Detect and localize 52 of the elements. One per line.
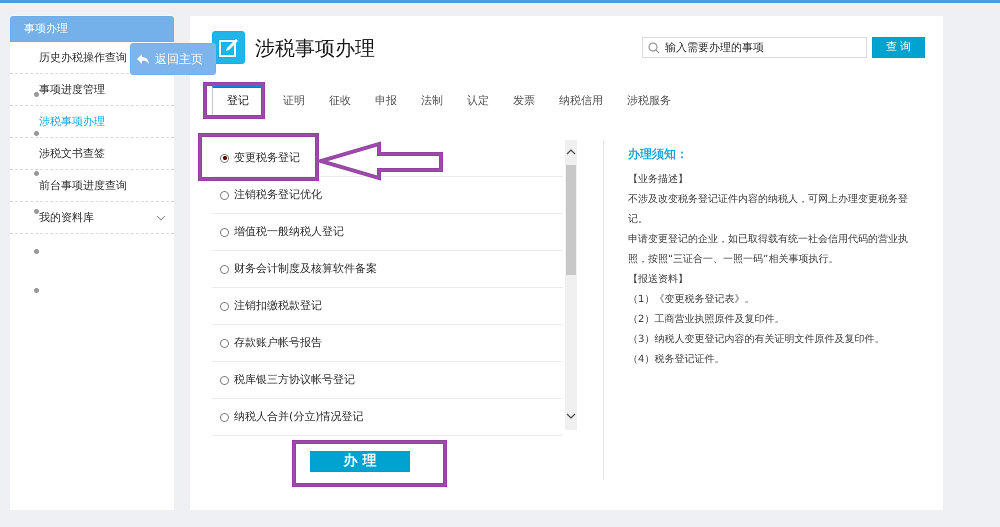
- search-field[interactable]: 输入需要办理的事项: [642, 37, 867, 58]
- page-title: 涉税事项办理: [255, 34, 375, 62]
- tab[interactable]: 发票: [501, 86, 547, 116]
- search-icon: [648, 42, 660, 54]
- option-item[interactable]: 注销扣缴税款登记: [212, 288, 564, 325]
- option-item[interactable]: 财务会计制度及核算软件备案: [212, 251, 564, 288]
- tab[interactable]: 纳税信用: [547, 86, 615, 116]
- tab[interactable]: 认定: [455, 86, 501, 116]
- tab[interactable]: 登记: [212, 86, 263, 116]
- radio-button[interactable]: [220, 228, 229, 236]
- notice-text: （3）纳税人变更登记内容的有关证明文件原件及复印件。: [628, 332, 886, 347]
- tab[interactable]: 征收: [317, 86, 363, 116]
- radio-button[interactable]: [220, 338, 229, 348]
- bullet-dot: [34, 288, 39, 293]
- option-item[interactable]: 纳税人合并(分立)情况登记: [212, 399, 564, 436]
- radio-button[interactable]: [220, 376, 229, 384]
- sidebar-header: 事项办理: [10, 16, 174, 42]
- bullet-dot: [34, 249, 39, 254]
- edit-icon: [212, 31, 245, 64]
- radio-button[interactable]: [220, 302, 229, 310]
- tab[interactable]: 申报: [363, 86, 409, 116]
- bullet-dot: [34, 92, 39, 97]
- bullet-dot: [34, 171, 39, 176]
- notice-text: 【业务描述】: [628, 172, 689, 187]
- tab[interactable]: 证明: [271, 86, 317, 116]
- scroll-up-icon: [566, 148, 576, 156]
- option-item[interactable]: 变更税务登记: [212, 140, 564, 177]
- radio-button[interactable]: [220, 264, 229, 274]
- option-item[interactable]: 注销税务登记优化: [212, 177, 564, 214]
- radio-button[interactable]: [220, 190, 229, 200]
- option-item[interactable]: 存款账户帐号报告: [212, 325, 564, 362]
- notice-text: （4）税务登记证件。: [628, 352, 726, 367]
- option-item[interactable]: 税库银三方协议帐号登记: [212, 362, 564, 399]
- notice-title: 办理须知：: [628, 146, 689, 163]
- notice-text: （1）《变更税务登记表》。: [628, 292, 756, 307]
- sidebar-item[interactable]: 涉税文书查签: [10, 138, 174, 170]
- notice-text: 不涉及改变税务登记证件内容的纳税人，可网上办理变更税务登记。: [628, 192, 909, 227]
- back-arrow-icon: [136, 53, 150, 65]
- radio-button[interactable]: [220, 154, 229, 162]
- scrollbar[interactable]: [565, 140, 577, 430]
- notice-text: 申请变更登记的企业，如已取得载有统一社会信用代码的营业执照，按照“三证合一、一照一码”相关事项执行。: [628, 232, 909, 267]
- chevron-down-icon: [156, 212, 166, 222]
- tab[interactable]: 涉税服务: [615, 86, 683, 116]
- notice-text: （2）工商营业执照原件及复印件。: [628, 312, 786, 327]
- bullet-dot: [34, 209, 39, 214]
- option-item[interactable]: 增值税一般纳税人登记: [212, 214, 564, 251]
- radio-button[interactable]: [220, 412, 229, 422]
- annotation-frame: [203, 82, 265, 119]
- scroll-down-icon: [566, 412, 576, 420]
- notice-text: 【报送资料】: [628, 272, 689, 287]
- bullet-dot: [34, 131, 39, 136]
- tab[interactable]: 法制: [409, 86, 455, 116]
